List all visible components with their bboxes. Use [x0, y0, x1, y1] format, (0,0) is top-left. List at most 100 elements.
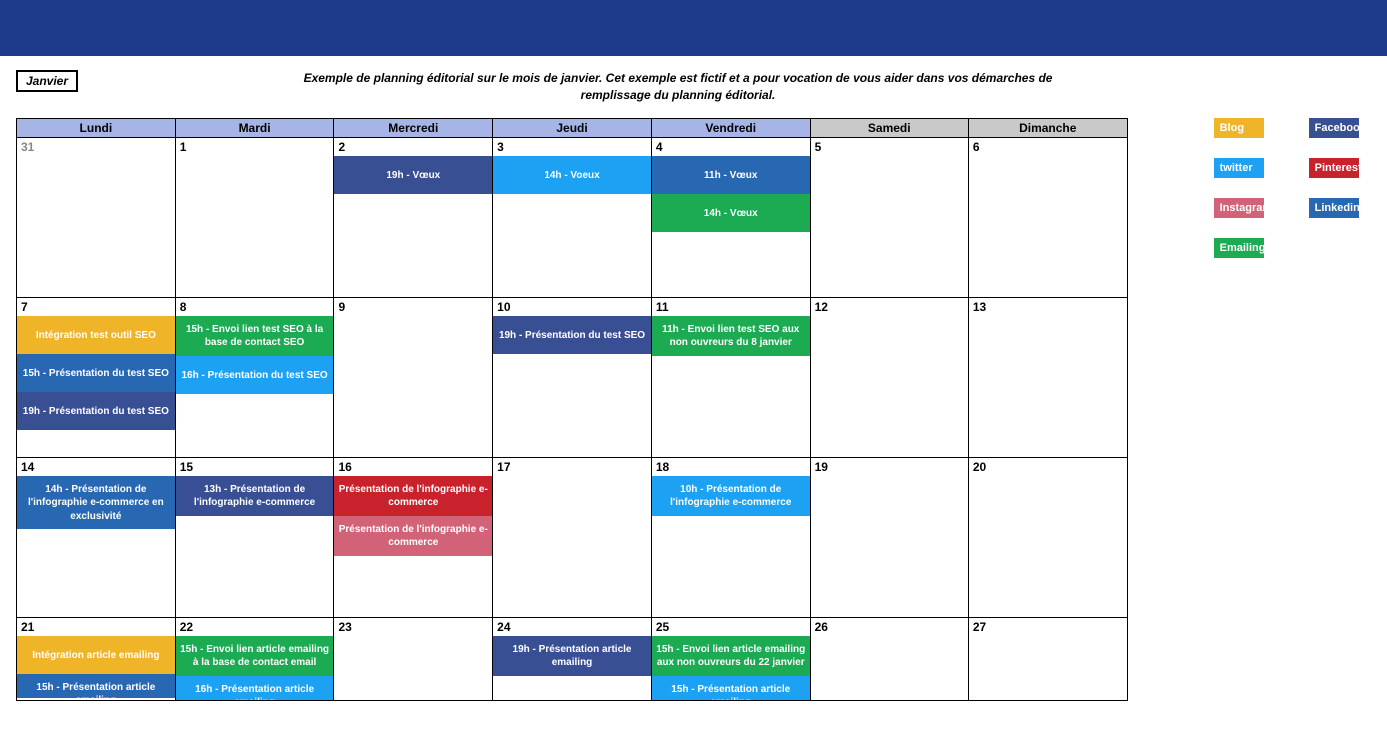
day-number: 24 — [493, 618, 651, 636]
calendar-day[interactable]: 1111h - Envoi lien test SEO aux non ouvr… — [651, 297, 810, 457]
calendar-event[interactable]: 11h - Vœux — [652, 156, 810, 194]
calendar-day[interactable]: 12 — [810, 297, 968, 457]
day-number: 5 — [811, 138, 968, 156]
calendar-day[interactable]: 19 — [810, 457, 968, 617]
calendar-event[interactable]: 14h - Voeux — [493, 156, 651, 194]
day-number: 8 — [176, 298, 334, 316]
legend-pinterest: Pinterest — [1309, 158, 1359, 178]
calendar-event[interactable]: Intégration test outil SEO — [17, 316, 175, 354]
day-number: 14 — [17, 458, 175, 476]
calendar-event[interactable]: 19h - Présentation du test SEO — [17, 392, 175, 430]
day-number: 9 — [334, 298, 492, 316]
calendar-day[interactable]: 314h - Voeux — [493, 137, 652, 297]
day-header-fri: Vendredi — [651, 118, 810, 137]
calendar-day[interactable]: 5 — [810, 137, 968, 297]
day-number: 2 — [334, 138, 492, 156]
legend-instagram: Instagram — [1214, 198, 1264, 218]
calendar-week: 21Intégration article emailing15h - Prés… — [17, 617, 1128, 700]
calendar-day[interactable]: 13 — [968, 297, 1127, 457]
calendar-event[interactable]: 13h - Présentation de l'infographie e-co… — [176, 476, 334, 516]
header-row: Janvier Exemple de planning éditorial su… — [0, 70, 1387, 104]
day-header-mon: Lundi — [17, 118, 176, 137]
calendar-day[interactable]: 815h - Envoi lien test SEO à la base de … — [175, 297, 334, 457]
calendar-day[interactable]: 27 — [968, 617, 1127, 700]
calendar-event[interactable]: 15h - Présentation article emailing — [17, 674, 175, 698]
subtitle-line1: Exemple de planning éditorial sur le moi… — [304, 71, 1053, 85]
day-number: 27 — [969, 618, 1127, 636]
legend-twitter: twitter — [1214, 158, 1264, 178]
calendar-event[interactable]: 10h - Présentation de l'infographie e-co… — [652, 476, 810, 516]
legend-blog: Blog — [1214, 118, 1264, 138]
calendar-week: 1414h - Présentation de l'infographie e-… — [17, 457, 1128, 617]
day-number: 21 — [17, 618, 175, 636]
calendar-day[interactable]: 1513h - Présentation de l'infographie e-… — [175, 457, 334, 617]
calendar-day[interactable]: 21Intégration article emailing15h - Prés… — [17, 617, 176, 700]
legend-facebook: Facebook — [1309, 118, 1359, 138]
calendar-event[interactable]: 19h - Présentation du test SEO — [493, 316, 651, 354]
calendar-event[interactable]: 14h - Présentation de l'infographie e-co… — [17, 476, 175, 530]
day-header-sun: Dimanche — [968, 118, 1127, 137]
legend-linkedin: Linkedin — [1309, 198, 1359, 218]
calendar: Lundi Mardi Mercredi Jeudi Vendredi Same… — [16, 118, 1128, 701]
day-number: 23 — [334, 618, 492, 636]
calendar-header-row: Lundi Mardi Mercredi Jeudi Vendredi Same… — [17, 118, 1128, 137]
calendar-event[interactable]: 15h - Envoi lien test SEO à la base de c… — [176, 316, 334, 356]
calendar-day[interactable]: 16Présentation de l'infographie e-commer… — [334, 457, 493, 617]
calendar-day[interactable]: 20 — [968, 457, 1127, 617]
calendar-event[interactable]: 14h - Vœux — [652, 194, 810, 232]
calendar-day[interactable]: 9 — [334, 297, 493, 457]
calendar-event[interactable]: 16h - Présentation article emailing — [176, 676, 334, 700]
calendar-event[interactable]: 11h - Envoi lien test SEO aux non ouvreu… — [652, 316, 810, 356]
calendar-day[interactable]: 1 — [175, 137, 334, 297]
calendar-event[interactable]: Présentation de l'infographie e-commerce — [334, 476, 492, 516]
legend: Blog Facebook twitter Pinterest Instagra… — [1214, 118, 1371, 278]
calendar-event[interactable]: Intégration article emailing — [17, 636, 175, 674]
calendar-day[interactable]: 1019h - Présentation du test SEO — [493, 297, 652, 457]
calendar-event[interactable]: Présentation de l'infographie e-commerce — [334, 516, 492, 556]
calendar-week: 7Intégration test outil SEO15h - Présent… — [17, 297, 1128, 457]
calendar-day[interactable]: 23 — [334, 617, 493, 700]
day-number: 11 — [652, 298, 810, 316]
day-number: 26 — [811, 618, 968, 636]
day-number: 15 — [176, 458, 334, 476]
calendar-event[interactable]: 15h - Envoi lien article emailing aux no… — [652, 636, 810, 676]
calendar-event[interactable]: 15h - Présentation du test SEO — [17, 354, 175, 392]
calendar-day[interactable]: 1414h - Présentation de l'infographie e-… — [17, 457, 176, 617]
top-bar — [0, 0, 1387, 56]
day-number: 16 — [334, 458, 492, 476]
day-header-sat: Samedi — [810, 118, 968, 137]
calendar-day[interactable]: 2419h - Présentation article emailing — [493, 617, 652, 700]
day-number: 22 — [176, 618, 334, 636]
calendar-day[interactable]: 26 — [810, 617, 968, 700]
calendar-day[interactable]: 2515h - Envoi lien article emailing aux … — [651, 617, 810, 700]
day-number: 25 — [652, 618, 810, 636]
day-number: 3 — [493, 138, 651, 156]
day-header-tue: Mardi — [175, 118, 334, 137]
calendar-event[interactable]: 19h - Vœux — [334, 156, 492, 194]
calendar-day[interactable]: 17 — [493, 457, 652, 617]
calendar-event[interactable]: 19h - Présentation article emailing — [493, 636, 651, 676]
day-header-wed: Mercredi — [334, 118, 493, 137]
day-number: 1 — [176, 138, 334, 156]
day-number: 13 — [969, 298, 1127, 316]
calendar-week: 311219h - Vœux314h - Voeux411h - Vœux14h… — [17, 137, 1128, 297]
calendar-day[interactable]: 411h - Vœux14h - Vœux — [651, 137, 810, 297]
day-number: 31 — [17, 138, 175, 156]
calendar-event[interactable]: 16h - Présentation du test SEO — [176, 356, 334, 394]
calendar-day[interactable]: 7Intégration test outil SEO15h - Présent… — [17, 297, 176, 457]
subtitle: Exemple de planning éditorial sur le moi… — [198, 70, 1158, 104]
day-number: 4 — [652, 138, 810, 156]
day-number: 7 — [17, 298, 175, 316]
calendar-event[interactable]: 15h - Présentation article emailing — [652, 676, 810, 700]
day-number: 12 — [811, 298, 968, 316]
calendar-day[interactable]: 6 — [968, 137, 1127, 297]
calendar-day[interactable]: 31 — [17, 137, 176, 297]
calendar-day[interactable]: 219h - Vœux — [334, 137, 493, 297]
day-number: 19 — [811, 458, 968, 476]
calendar-day[interactable]: 1810h - Présentation de l'infographie e-… — [651, 457, 810, 617]
calendar-day[interactable]: 2215h - Envoi lien article emailing à la… — [175, 617, 334, 700]
calendar-event[interactable]: 15h - Envoi lien article emailing à la b… — [176, 636, 334, 676]
day-header-thu: Jeudi — [493, 118, 652, 137]
day-number: 17 — [493, 458, 651, 476]
day-number: 18 — [652, 458, 810, 476]
